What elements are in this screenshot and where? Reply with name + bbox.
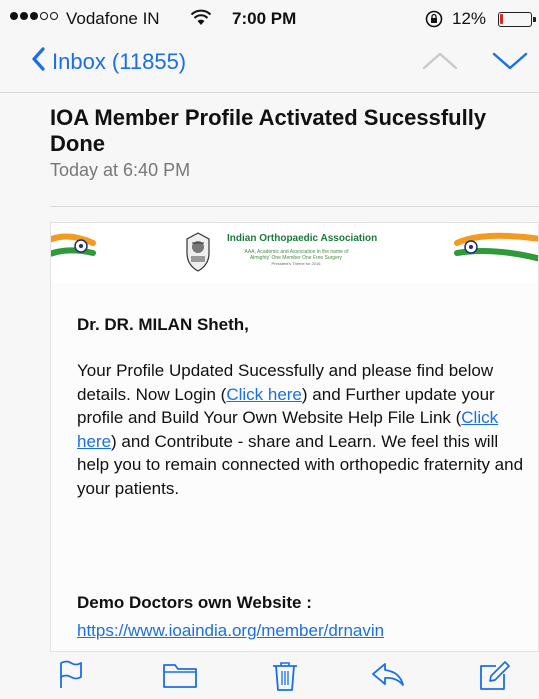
- organization-name: Indian Orthopaedic Association: [227, 233, 378, 244]
- reply-icon[interactable]: [370, 660, 406, 695]
- ioa-crest-logo: [183, 231, 213, 278]
- demo-website-heading: Demo Doctors own Website :: [77, 593, 312, 612]
- organization-theme: President's Theme for 2016: [271, 261, 321, 266]
- status-time: 7:00 PM: [232, 9, 297, 28]
- back-to-inbox-button[interactable]: Inbox (11855): [30, 46, 186, 78]
- chevron-up-icon[interactable]: [420, 48, 460, 77]
- chevron-down-icon[interactable]: [490, 48, 530, 77]
- wifi-icon: [190, 9, 212, 32]
- nav-divider: [0, 92, 539, 93]
- battery-level-fill: [500, 14, 503, 24]
- india-flag-right-image: [443, 227, 538, 272]
- back-label: Inbox (11855): [52, 49, 187, 74]
- email-subject: IOA Member Profile Activated Sucessfully…: [50, 105, 487, 156]
- chevron-left-icon: [30, 46, 52, 78]
- email-banner: Indian Orthopaedic Association 'AAA, Aca…: [51, 223, 538, 283]
- login-link[interactable]: Click here: [226, 385, 302, 404]
- email-paragraph: Your Profile Updated Sucessfully and ple…: [77, 359, 532, 500]
- battery-icon: [498, 12, 536, 27]
- demo-website-link[interactable]: https://www.ioaindia.org/member/drnavin: [77, 621, 384, 641]
- carrier-name: Vodafone IN: [66, 9, 160, 28]
- folder-icon[interactable]: [162, 660, 198, 695]
- battery-percentage: 12%: [452, 9, 487, 28]
- header-divider: [50, 206, 539, 207]
- signal-dot: [30, 12, 38, 20]
- signal-dot: [40, 12, 48, 20]
- india-flag-left-image: [51, 227, 107, 272]
- organization-tagline: 'AAA, Academic and Association in the na…: [243, 249, 349, 261]
- compose-icon[interactable]: [478, 660, 510, 697]
- signal-dot: [50, 12, 58, 20]
- email-body: Indian Orthopaedic Association 'AAA, Aca…: [50, 222, 539, 652]
- signal-strength-icon: [10, 12, 58, 20]
- flag-icon[interactable]: [58, 660, 84, 695]
- email-greeting: Dr. DR. MILAN Sheth,: [77, 315, 249, 334]
- signal-dot: [10, 12, 18, 20]
- trash-icon[interactable]: [270, 660, 300, 697]
- status-bar: Vodafone IN 7:00 PM 12%: [0, 0, 539, 38]
- orientation-lock-icon: [424, 9, 444, 34]
- paragraph-text: ) and Contribute - share and Learn. We f…: [77, 431, 524, 498]
- signal-dot: [20, 12, 28, 20]
- bottom-toolbar: [0, 652, 539, 699]
- navigation-bar: Inbox (11855): [0, 38, 539, 88]
- email-date: Today at 6:40 PM: [50, 160, 191, 180]
